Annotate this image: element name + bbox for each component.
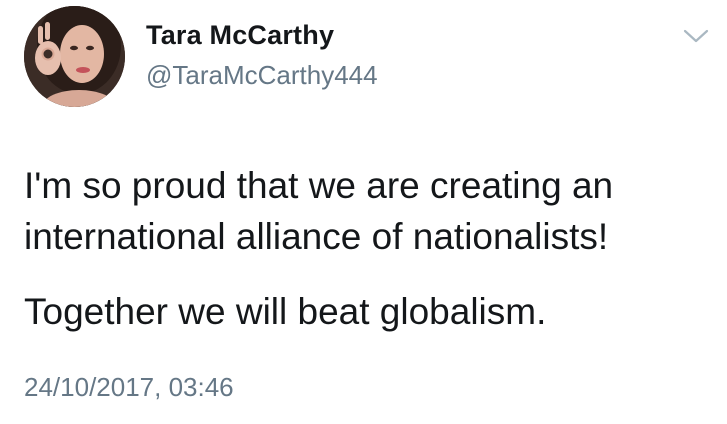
chevron-down-icon[interactable]: [683, 28, 709, 44]
tweet-text: I'm so proud that we are creating an int…: [24, 160, 714, 337]
author-handle[interactable]: @TaraMcCarthy444: [146, 60, 378, 91]
tweet-text-line: I'm so proud that we are creating an: [24, 165, 614, 206]
author-display-name[interactable]: Tara McCarthy: [146, 20, 334, 51]
tweet-text-line: international alliance of nationalists!: [24, 216, 609, 257]
tweet-timestamp[interactable]: 24/10/2017, 03:46: [24, 372, 234, 403]
avatar[interactable]: [24, 6, 125, 107]
tweet-text-paragraph: Together we will beat globalism.: [24, 291, 547, 332]
tweet-card: Tara McCarthy @TaraMcCarthy444 I'm so pr…: [0, 0, 727, 424]
profile-photo-icon: [24, 6, 125, 107]
